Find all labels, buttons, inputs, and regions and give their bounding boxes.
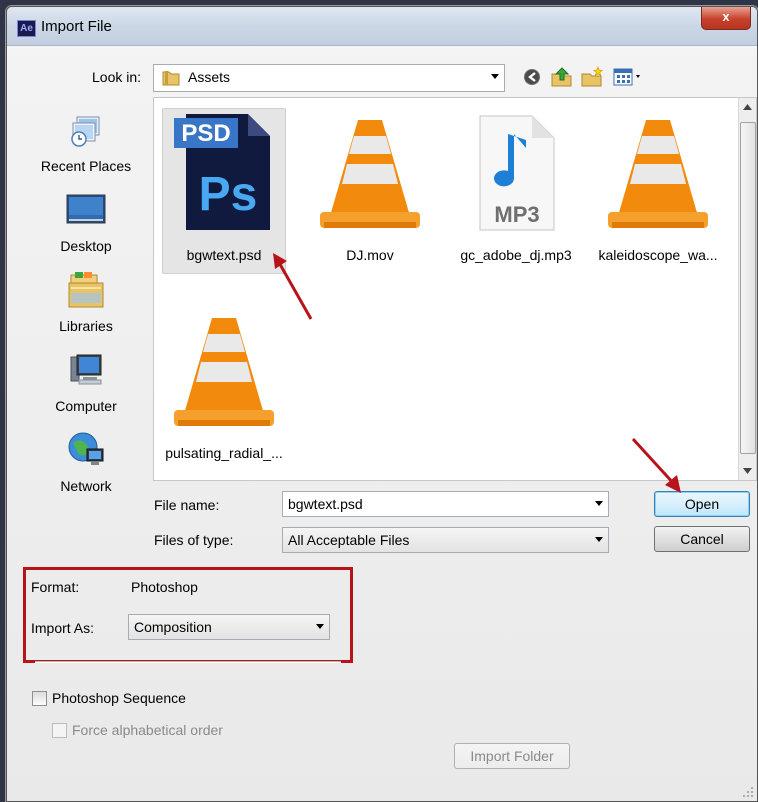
- after-effects-icon: Ae: [17, 20, 36, 37]
- file-item-kaleidoscope[interactable]: kaleidoscope_wa...: [584, 112, 732, 263]
- ps-label: Ps: [199, 168, 258, 221]
- place-label: Libraries: [59, 318, 113, 334]
- place-label: Recent Places: [40, 158, 132, 174]
- file-name-value: bgwtext.psd: [288, 496, 363, 512]
- file-item-pulsating-radial[interactable]: pulsating_radial_...: [154, 310, 294, 461]
- file-name-label: DJ.mov: [346, 247, 394, 263]
- separator: [35, 661, 341, 663]
- file-list[interactable]: PSD Ps bgwtext.psd DJ.mov MP3 gc_adobe_d…: [153, 97, 757, 481]
- file-name-label: kaleidoscope_wa...: [598, 247, 718, 263]
- place-computer[interactable]: Computer: [23, 349, 149, 414]
- back-icon[interactable]: [519, 65, 545, 89]
- psd-file-icon: PSD Ps: [174, 114, 270, 230]
- format-value: Photoshop: [131, 579, 198, 595]
- folder-icon: [162, 71, 180, 86]
- place-label: Desktop: [60, 238, 112, 254]
- place-label: Network: [60, 478, 112, 494]
- computer-icon: [70, 354, 102, 385]
- look-in-value: Assets: [188, 69, 231, 85]
- photoshop-sequence-label[interactable]: Photoshop Sequence: [52, 690, 186, 706]
- chevron-down-icon[interactable]: [595, 501, 603, 506]
- photoshop-sequence-checkbox[interactable]: [32, 691, 47, 706]
- libraries-icon: [68, 272, 104, 308]
- place-label: Computer: [55, 398, 117, 414]
- resize-grip-icon[interactable]: [742, 786, 754, 798]
- file-type-dropdown[interactable]: All Acceptable Files: [282, 527, 609, 553]
- desktop-icon: [66, 194, 106, 224]
- annotation-arrow-icon: [631, 437, 681, 493]
- force-alphabetical-label: Force alphabetical order: [72, 722, 223, 738]
- file-item-gc-adobe-dj[interactable]: MP3 gc_adobe_dj.mp3: [446, 112, 586, 263]
- scroll-up-icon[interactable]: [743, 104, 752, 110]
- scroll-down-icon[interactable]: [743, 468, 752, 474]
- file-type-value: All Acceptable Files: [288, 532, 410, 548]
- dialog-title: Import File: [41, 18, 112, 35]
- look-in-label: Look in:: [92, 69, 142, 85]
- format-label: Format:: [31, 579, 80, 595]
- recent-places-icon: [71, 116, 100, 147]
- view-menu-icon[interactable]: [611, 65, 645, 89]
- place-libraries[interactable]: Libraries: [23, 269, 149, 334]
- file-type-label: Files of type:: [154, 532, 234, 548]
- file-item-dj-mov[interactable]: DJ.mov: [300, 112, 440, 263]
- file-name-label: pulsating_radial_...: [165, 445, 283, 461]
- cancel-button[interactable]: Cancel: [654, 526, 750, 552]
- title-bar[interactable]: Ae Import File x: [7, 7, 757, 46]
- file-name-input[interactable]: bgwtext.psd: [282, 491, 609, 517]
- vlc-cone-icon: [608, 120, 708, 228]
- chevron-down-icon: [316, 624, 324, 629]
- vlc-cone-icon: [320, 120, 420, 228]
- mp3-label: MP3: [494, 202, 539, 227]
- look-in-dropdown[interactable]: Assets: [153, 64, 505, 92]
- import-file-dialog: Ae Import File x Look in: Assets Recent …: [6, 6, 758, 802]
- import-folder-button[interactable]: Import Folder: [454, 743, 570, 769]
- vertical-scrollbar[interactable]: [738, 98, 756, 480]
- place-desktop[interactable]: Desktop: [23, 189, 149, 254]
- up-folder-icon[interactable]: [549, 65, 575, 89]
- force-alphabetical-checkbox[interactable]: [52, 723, 67, 738]
- network-icon: [68, 432, 104, 465]
- chevron-down-icon: [491, 74, 499, 79]
- new-folder-icon[interactable]: [579, 65, 605, 89]
- import-as-dropdown[interactable]: Composition: [128, 614, 330, 640]
- file-name-label: gc_adobe_dj.mp3: [460, 247, 572, 263]
- file-item-bgwtext[interactable]: PSD Ps bgwtext.psd: [154, 108, 294, 274]
- import-as-label: Import As:: [31, 620, 95, 636]
- mp3-file-icon: MP3: [479, 115, 555, 231]
- import-as-value: Composition: [134, 619, 212, 635]
- chevron-down-icon: [595, 537, 603, 542]
- place-recent-places[interactable]: Recent Places: [23, 109, 149, 174]
- close-button[interactable]: x: [701, 7, 751, 30]
- scrollbar-thumb[interactable]: [740, 122, 756, 454]
- places-bar: Recent Places Desktop Libraries Computer…: [23, 99, 149, 519]
- file-name-label: File name:: [154, 497, 220, 513]
- psd-label: PSD: [181, 120, 230, 147]
- vlc-cone-icon: [174, 318, 274, 426]
- annotation-arrow-icon: [273, 253, 313, 320]
- place-network[interactable]: Network: [23, 429, 149, 494]
